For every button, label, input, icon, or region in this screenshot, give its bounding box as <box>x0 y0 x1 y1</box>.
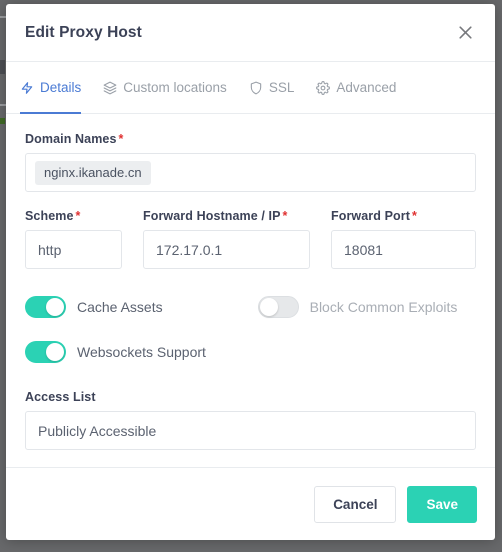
forward-hostname-input[interactable]: 172.17.0.1 <box>143 230 310 269</box>
shield-icon <box>249 81 263 95</box>
switch-knob <box>259 297 278 316</box>
forward-hostname-label: Forward Hostname / IP * <box>143 209 288 223</box>
dialog-header: Edit Proxy Host <box>6 4 495 62</box>
access-list-select[interactable]: Publicly Accessible <box>25 411 476 450</box>
bolt-icon <box>20 81 34 95</box>
scheme-select[interactable]: http <box>25 230 122 269</box>
switch-knob <box>46 342 64 361</box>
websockets-support-switch[interactable] <box>25 340 66 363</box>
block-common-exploits-toggle[interactable]: Block Common Exploits <box>257 295 458 318</box>
tab-custom-locations-label: Custom locations <box>123 80 227 95</box>
cancel-button[interactable]: Cancel <box>314 485 397 523</box>
access-list-field: Access List Publicly Accessible <box>25 390 476 450</box>
tab-details-label: Details <box>40 80 82 95</box>
toggle-row-one: Cache Assets Block Common Exploits <box>25 290 476 323</box>
edit-proxy-host-dialog: Edit Proxy Host Details Custom locations… <box>6 4 495 540</box>
switch-knob <box>46 297 64 316</box>
tab-details[interactable]: Details <box>20 62 82 114</box>
options-toggles: Cache Assets Block Common Exploits Webso… <box>25 290 476 368</box>
background-page-hint <box>0 60 5 74</box>
block-common-exploits-label: Block Common Exploits <box>309 298 458 315</box>
domain-names-input[interactable]: nginx.ikanade.cn <box>25 153 476 192</box>
gear-icon <box>316 80 331 95</box>
tab-advanced-label: Advanced <box>336 80 397 95</box>
tab-advanced[interactable]: Advanced <box>316 62 396 113</box>
layers-icon <box>103 81 117 95</box>
tab-active-underline <box>20 112 82 114</box>
dialog-tabs: Details Custom locations SSL Advanced <box>6 62 495 114</box>
forward-hostname-field: Forward Hostname / IP * 172.17.0.1 <box>143 209 310 269</box>
save-button[interactable]: Save <box>407 485 477 523</box>
background-page-hint <box>0 118 5 124</box>
forward-port-field: Forward Port * 18081 <box>331 209 476 269</box>
required-marker: * <box>75 209 81 223</box>
dialog-footer: Cancel Save <box>6 467 495 540</box>
scheme-field: Scheme * http <box>25 209 122 269</box>
close-icon[interactable] <box>453 21 477 45</box>
cache-assets-toggle[interactable]: Cache Assets <box>25 295 163 318</box>
required-marker: * <box>118 132 124 146</box>
websockets-support-toggle[interactable]: Websockets Support <box>25 340 206 363</box>
domain-names-field: Domain Names * nginx.ikanade.cn <box>25 132 476 192</box>
tab-ssl-label: SSL <box>268 80 295 95</box>
cache-assets-switch[interactable] <box>25 295 66 318</box>
domain-names-label: Domain Names * <box>25 132 124 146</box>
scheme-label: Scheme * <box>25 209 81 223</box>
forward-port-label: Forward Port * <box>331 209 417 223</box>
tab-custom-locations[interactable]: Custom locations <box>103 62 227 113</box>
toggle-row-two: Websockets Support <box>25 335 476 368</box>
websockets-support-label: Websockets Support <box>77 343 206 360</box>
required-marker: * <box>411 209 417 223</box>
forward-port-input[interactable]: 18081 <box>331 230 476 269</box>
block-common-exploits-switch[interactable] <box>257 295 299 318</box>
domain-tag[interactable]: nginx.ikanade.cn <box>35 160 151 185</box>
tab-ssl[interactable]: SSL <box>249 62 295 113</box>
required-marker: * <box>282 209 288 223</box>
forward-settings-row: Scheme * http Forward Hostname / IP * 172.… <box>25 209 476 269</box>
cache-assets-label: Cache Assets <box>77 298 163 315</box>
dialog-body: Domain Names * nginx.ikanade.cn Scheme * h… <box>6 114 495 467</box>
page-title: Edit Proxy Host <box>25 23 142 41</box>
access-list-label: Access List <box>25 390 96 404</box>
